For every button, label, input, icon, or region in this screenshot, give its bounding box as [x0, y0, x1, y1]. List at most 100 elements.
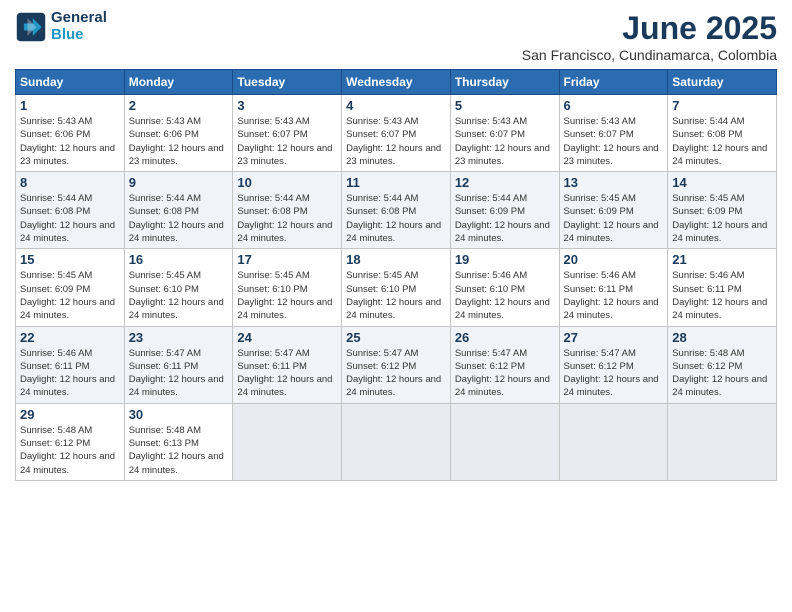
table-row: 16 Sunrise: 5:45 AM Sunset: 6:10 PM Dayl…: [124, 249, 233, 326]
page: General Blue June 2025 San Francisco, Cu…: [0, 0, 792, 612]
day-number: 1: [20, 98, 120, 113]
location: San Francisco, Cundinamarca, Colombia: [522, 47, 777, 63]
day-number: 25: [346, 330, 446, 345]
calendar-week-row: 8 Sunrise: 5:44 AM Sunset: 6:08 PM Dayli…: [16, 172, 777, 249]
day-number: 4: [346, 98, 446, 113]
col-friday: Friday: [559, 70, 668, 95]
calendar-week-row: 29 Sunrise: 5:48 AM Sunset: 6:12 PM Dayl…: [16, 403, 777, 480]
day-info: Sunrise: 5:46 AM Sunset: 6:11 PM Dayligh…: [672, 269, 772, 322]
day-number: 23: [129, 330, 229, 345]
day-info: Sunrise: 5:46 AM Sunset: 6:10 PM Dayligh…: [455, 269, 555, 322]
day-info: Sunrise: 5:47 AM Sunset: 6:12 PM Dayligh…: [346, 347, 446, 400]
table-row: 12 Sunrise: 5:44 AM Sunset: 6:09 PM Dayl…: [450, 172, 559, 249]
day-number: 30: [129, 407, 229, 422]
table-row: 21 Sunrise: 5:46 AM Sunset: 6:11 PM Dayl…: [668, 249, 777, 326]
day-info: Sunrise: 5:45 AM Sunset: 6:10 PM Dayligh…: [129, 269, 229, 322]
day-info: Sunrise: 5:43 AM Sunset: 6:06 PM Dayligh…: [129, 115, 229, 168]
day-info: Sunrise: 5:43 AM Sunset: 6:07 PM Dayligh…: [237, 115, 337, 168]
table-row: 9 Sunrise: 5:44 AM Sunset: 6:08 PM Dayli…: [124, 172, 233, 249]
day-info: Sunrise: 5:43 AM Sunset: 6:06 PM Dayligh…: [20, 115, 120, 168]
day-info: Sunrise: 5:45 AM Sunset: 6:10 PM Dayligh…: [237, 269, 337, 322]
empty-cell: [342, 403, 451, 480]
header: General Blue June 2025 San Francisco, Cu…: [15, 10, 777, 63]
day-number: 20: [564, 252, 664, 267]
day-number: 16: [129, 252, 229, 267]
table-row: 13 Sunrise: 5:45 AM Sunset: 6:09 PM Dayl…: [559, 172, 668, 249]
day-info: Sunrise: 5:44 AM Sunset: 6:08 PM Dayligh…: [20, 192, 120, 245]
day-number: 14: [672, 175, 772, 190]
col-saturday: Saturday: [668, 70, 777, 95]
day-number: 27: [564, 330, 664, 345]
day-number: 19: [455, 252, 555, 267]
table-row: 11 Sunrise: 5:44 AM Sunset: 6:08 PM Dayl…: [342, 172, 451, 249]
day-info: Sunrise: 5:47 AM Sunset: 6:12 PM Dayligh…: [455, 347, 555, 400]
day-info: Sunrise: 5:43 AM Sunset: 6:07 PM Dayligh…: [564, 115, 664, 168]
day-info: Sunrise: 5:44 AM Sunset: 6:08 PM Dayligh…: [672, 115, 772, 168]
table-row: 29 Sunrise: 5:48 AM Sunset: 6:12 PM Dayl…: [16, 403, 125, 480]
day-info: Sunrise: 5:45 AM Sunset: 6:09 PM Dayligh…: [672, 192, 772, 245]
day-info: Sunrise: 5:44 AM Sunset: 6:08 PM Dayligh…: [237, 192, 337, 245]
table-row: 1 Sunrise: 5:43 AM Sunset: 6:06 PM Dayli…: [16, 95, 125, 172]
table-row: 20 Sunrise: 5:46 AM Sunset: 6:11 PM Dayl…: [559, 249, 668, 326]
table-row: 4 Sunrise: 5:43 AM Sunset: 6:07 PM Dayli…: [342, 95, 451, 172]
day-number: 26: [455, 330, 555, 345]
table-row: 15 Sunrise: 5:45 AM Sunset: 6:09 PM Dayl…: [16, 249, 125, 326]
day-number: 9: [129, 175, 229, 190]
calendar: Sunday Monday Tuesday Wednesday Thursday…: [15, 69, 777, 481]
day-number: 2: [129, 98, 229, 113]
day-info: Sunrise: 5:43 AM Sunset: 6:07 PM Dayligh…: [455, 115, 555, 168]
day-info: Sunrise: 5:43 AM Sunset: 6:07 PM Dayligh…: [346, 115, 446, 168]
empty-cell: [450, 403, 559, 480]
day-info: Sunrise: 5:48 AM Sunset: 6:12 PM Dayligh…: [20, 424, 120, 477]
logo-icon: [15, 11, 47, 43]
table-row: 18 Sunrise: 5:45 AM Sunset: 6:10 PM Dayl…: [342, 249, 451, 326]
table-row: 2 Sunrise: 5:43 AM Sunset: 6:06 PM Dayli…: [124, 95, 233, 172]
day-number: 24: [237, 330, 337, 345]
table-row: 24 Sunrise: 5:47 AM Sunset: 6:11 PM Dayl…: [233, 326, 342, 403]
day-number: 7: [672, 98, 772, 113]
empty-cell: [559, 403, 668, 480]
day-info: Sunrise: 5:45 AM Sunset: 6:09 PM Dayligh…: [564, 192, 664, 245]
table-row: 3 Sunrise: 5:43 AM Sunset: 6:07 PM Dayli…: [233, 95, 342, 172]
col-sunday: Sunday: [16, 70, 125, 95]
logo-text: General Blue: [51, 10, 107, 43]
calendar-week-row: 1 Sunrise: 5:43 AM Sunset: 6:06 PM Dayli…: [16, 95, 777, 172]
day-number: 11: [346, 175, 446, 190]
day-number: 13: [564, 175, 664, 190]
col-tuesday: Tuesday: [233, 70, 342, 95]
table-row: 26 Sunrise: 5:47 AM Sunset: 6:12 PM Dayl…: [450, 326, 559, 403]
table-row: 5 Sunrise: 5:43 AM Sunset: 6:07 PM Dayli…: [450, 95, 559, 172]
day-info: Sunrise: 5:44 AM Sunset: 6:08 PM Dayligh…: [346, 192, 446, 245]
day-number: 28: [672, 330, 772, 345]
title-block: June 2025 San Francisco, Cundinamarca, C…: [522, 10, 777, 63]
day-number: 5: [455, 98, 555, 113]
empty-cell: [233, 403, 342, 480]
logo-line1: General: [51, 10, 107, 27]
day-number: 15: [20, 252, 120, 267]
table-row: 27 Sunrise: 5:47 AM Sunset: 6:12 PM Dayl…: [559, 326, 668, 403]
day-number: 10: [237, 175, 337, 190]
table-row: 10 Sunrise: 5:44 AM Sunset: 6:08 PM Dayl…: [233, 172, 342, 249]
day-number: 6: [564, 98, 664, 113]
col-wednesday: Wednesday: [342, 70, 451, 95]
day-info: Sunrise: 5:47 AM Sunset: 6:12 PM Dayligh…: [564, 347, 664, 400]
day-info: Sunrise: 5:45 AM Sunset: 6:10 PM Dayligh…: [346, 269, 446, 322]
day-number: 29: [20, 407, 120, 422]
day-number: 17: [237, 252, 337, 267]
col-thursday: Thursday: [450, 70, 559, 95]
day-info: Sunrise: 5:47 AM Sunset: 6:11 PM Dayligh…: [129, 347, 229, 400]
day-number: 18: [346, 252, 446, 267]
table-row: 7 Sunrise: 5:44 AM Sunset: 6:08 PM Dayli…: [668, 95, 777, 172]
table-row: 25 Sunrise: 5:47 AM Sunset: 6:12 PM Dayl…: [342, 326, 451, 403]
day-number: 21: [672, 252, 772, 267]
calendar-week-row: 22 Sunrise: 5:46 AM Sunset: 6:11 PM Dayl…: [16, 326, 777, 403]
calendar-header-row: Sunday Monday Tuesday Wednesday Thursday…: [16, 70, 777, 95]
month-year: June 2025: [522, 10, 777, 47]
day-info: Sunrise: 5:48 AM Sunset: 6:13 PM Dayligh…: [129, 424, 229, 477]
day-info: Sunrise: 5:47 AM Sunset: 6:11 PM Dayligh…: [237, 347, 337, 400]
day-number: 3: [237, 98, 337, 113]
day-number: 22: [20, 330, 120, 345]
day-info: Sunrise: 5:48 AM Sunset: 6:12 PM Dayligh…: [672, 347, 772, 400]
day-info: Sunrise: 5:46 AM Sunset: 6:11 PM Dayligh…: [20, 347, 120, 400]
day-info: Sunrise: 5:44 AM Sunset: 6:08 PM Dayligh…: [129, 192, 229, 245]
